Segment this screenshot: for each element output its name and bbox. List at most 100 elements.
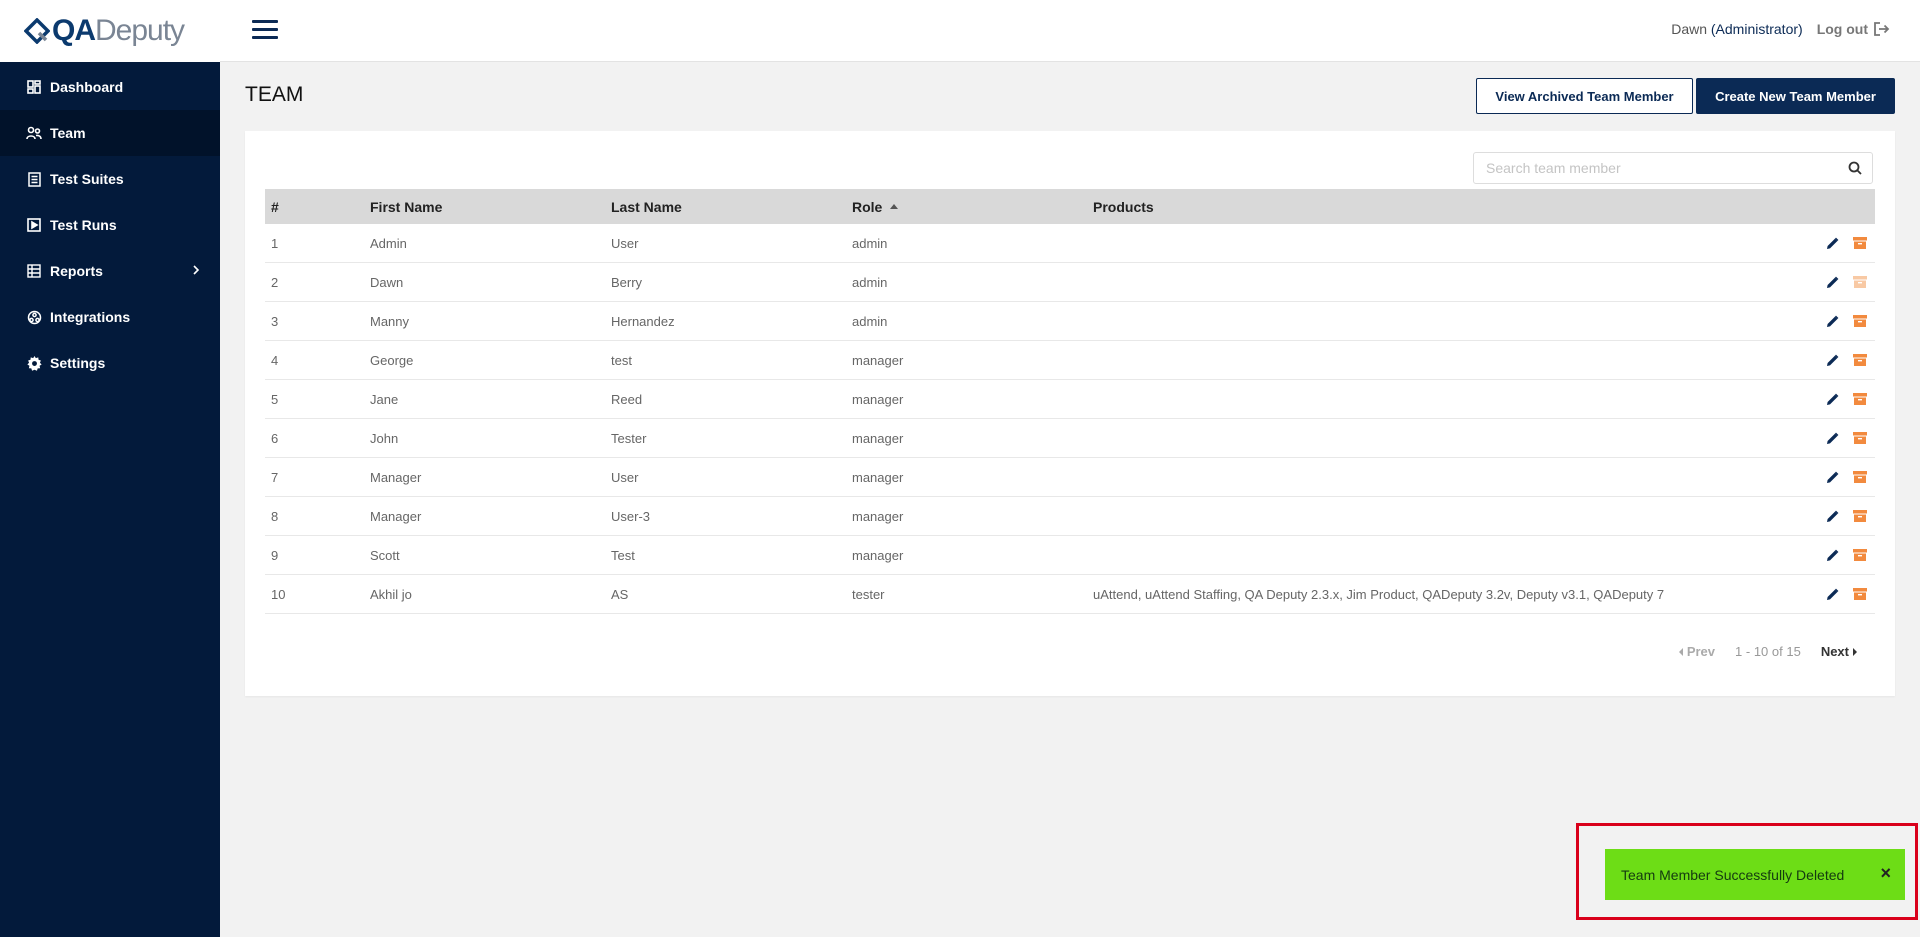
user-name: Dawn bbox=[1671, 21, 1707, 37]
cell-actions bbox=[1807, 510, 1875, 523]
table-row: 7 Manager User manager bbox=[265, 458, 1875, 497]
integrations-icon bbox=[26, 309, 42, 325]
cell-first-name: Admin bbox=[370, 235, 407, 251]
table-row: 1 Admin User admin bbox=[265, 224, 1875, 263]
archive-box-icon-disabled bbox=[1853, 276, 1867, 288]
cell-products: uAttend, uAttend Staffing, QA Deputy 2.3… bbox=[1093, 586, 1665, 602]
cell-first-name: Scott bbox=[370, 547, 400, 563]
cell-first-name: Dawn bbox=[370, 274, 404, 290]
edit-pencil-icon[interactable] bbox=[1826, 549, 1839, 562]
search-box bbox=[1473, 152, 1873, 184]
toast-message: Team Member Successfully Deleted bbox=[1621, 866, 1845, 883]
sidebar-item-label: Test Runs bbox=[50, 217, 117, 233]
create-team-member-button[interactable]: Create New Team Member bbox=[1696, 78, 1895, 114]
cell-last-name: User bbox=[611, 235, 639, 251]
archive-box-icon[interactable] bbox=[1853, 588, 1867, 600]
table-row: 8 Manager User-3 manager bbox=[265, 497, 1875, 536]
sidebar-item-test-suites[interactable]: Test Suites bbox=[0, 156, 220, 202]
table-header: # First Name Last Name Role Products bbox=[265, 189, 1875, 224]
sidebar-item-settings[interactable]: Settings bbox=[0, 340, 220, 386]
cell-actions bbox=[1807, 354, 1875, 367]
cell-number: 2 bbox=[271, 274, 279, 290]
cell-last-name: AS bbox=[611, 586, 629, 602]
cell-role: manager bbox=[852, 547, 904, 563]
sidebar-item-reports[interactable]: Reports bbox=[0, 248, 220, 294]
prev-page-button[interactable]: Prev bbox=[1678, 644, 1715, 659]
logout-icon bbox=[1874, 22, 1890, 36]
test-suites-icon bbox=[26, 171, 42, 187]
edit-pencil-icon[interactable] bbox=[1826, 471, 1839, 484]
logout-button[interactable]: Log out bbox=[1817, 21, 1890, 37]
sidebar-item-label: Dashboard bbox=[50, 79, 124, 95]
next-page-button[interactable]: Next bbox=[1821, 644, 1857, 659]
edit-pencil-icon[interactable] bbox=[1826, 276, 1839, 289]
edit-pencil-icon[interactable] bbox=[1826, 432, 1839, 445]
team-icon bbox=[26, 125, 42, 141]
archive-box-icon[interactable] bbox=[1853, 510, 1867, 522]
logout-label: Log out bbox=[1816, 21, 1868, 37]
edit-pencil-icon[interactable] bbox=[1826, 237, 1839, 250]
logo[interactable]: QA Deputy bbox=[0, 0, 220, 62]
cell-actions bbox=[1807, 432, 1875, 445]
cell-role: manager bbox=[852, 508, 904, 524]
edit-pencil-icon[interactable] bbox=[1826, 588, 1839, 601]
archive-box-icon[interactable] bbox=[1853, 549, 1867, 561]
sidebar-item-dashboard[interactable]: Dashboard bbox=[0, 64, 220, 110]
success-toast: Team Member Successfully Deleted × bbox=[1605, 849, 1905, 900]
column-header-last-name[interactable]: Last Name bbox=[611, 199, 852, 215]
column-header-number[interactable]: # bbox=[265, 199, 370, 215]
cell-last-name: Berry bbox=[611, 274, 643, 290]
search-input[interactable] bbox=[1474, 160, 1838, 176]
caret-right-icon bbox=[1853, 647, 1857, 656]
edit-pencil-icon[interactable] bbox=[1826, 393, 1839, 406]
column-header-products[interactable]: Products bbox=[1093, 199, 1807, 215]
team-table: # First Name Last Name Role Products 1 A… bbox=[265, 189, 1875, 614]
sidebar-item-label: Settings bbox=[50, 355, 106, 371]
archive-box-icon[interactable] bbox=[1853, 237, 1867, 249]
top-bar: Dawn (Administrator) Log out bbox=[220, 0, 1920, 62]
team-card: # First Name Last Name Role Products 1 A… bbox=[245, 131, 1895, 696]
pagination: Prev 1 - 10 of 15 Next bbox=[1678, 644, 1857, 659]
dashboard-icon bbox=[26, 79, 42, 95]
cell-number: 1 bbox=[271, 235, 279, 251]
cell-last-name: User-3 bbox=[611, 508, 651, 524]
sidebar-item-integrations[interactable]: Integrations bbox=[0, 294, 220, 340]
cell-actions bbox=[1807, 549, 1875, 562]
table-row: 5 Jane Reed manager bbox=[265, 380, 1875, 419]
cell-number: 6 bbox=[271, 430, 279, 446]
cell-last-name: Reed bbox=[611, 391, 643, 407]
user-area: Dawn (Administrator) Log out bbox=[1671, 21, 1890, 37]
page-title: TEAM bbox=[245, 83, 304, 106]
sidebar-item-test-runs[interactable]: Test Runs bbox=[0, 202, 220, 248]
archive-box-icon[interactable] bbox=[1853, 432, 1867, 444]
toast-close-icon[interactable]: × bbox=[1880, 864, 1891, 882]
table-row: 3 Manny Hernandez admin bbox=[265, 302, 1875, 341]
table-row: 4 George test manager bbox=[265, 341, 1875, 380]
logo-icon bbox=[23, 17, 51, 45]
search-icon[interactable] bbox=[1838, 161, 1872, 175]
cell-last-name: Hernandez bbox=[611, 313, 675, 329]
archive-box-icon[interactable] bbox=[1853, 393, 1867, 405]
archive-box-icon[interactable] bbox=[1853, 471, 1867, 483]
cell-number: 10 bbox=[271, 586, 286, 602]
cell-last-name: Test bbox=[611, 547, 635, 563]
sidebar-item-team[interactable]: Team bbox=[0, 110, 220, 156]
sidebar-item-label: Integrations bbox=[50, 309, 131, 325]
logo-text-deputy: Deputy bbox=[95, 14, 185, 47]
cell-number: 5 bbox=[271, 391, 279, 407]
hamburger-menu-icon[interactable] bbox=[252, 20, 278, 40]
edit-pencil-icon[interactable] bbox=[1826, 315, 1839, 328]
table-row: 9 Scott Test manager bbox=[265, 536, 1875, 575]
cell-first-name: Manny bbox=[370, 313, 410, 329]
view-archived-button[interactable]: View Archived Team Member bbox=[1476, 78, 1693, 114]
edit-pencil-icon[interactable] bbox=[1826, 354, 1839, 367]
cell-last-name: User bbox=[611, 469, 639, 485]
edit-pencil-icon[interactable] bbox=[1826, 510, 1839, 523]
column-header-first-name[interactable]: First Name bbox=[370, 199, 611, 215]
cell-number: 8 bbox=[271, 508, 279, 524]
cell-number: 4 bbox=[271, 352, 279, 368]
archive-box-icon[interactable] bbox=[1853, 354, 1867, 366]
column-header-role[interactable]: Role bbox=[852, 199, 1093, 215]
cell-first-name: Manager bbox=[370, 469, 422, 485]
archive-box-icon[interactable] bbox=[1853, 315, 1867, 327]
